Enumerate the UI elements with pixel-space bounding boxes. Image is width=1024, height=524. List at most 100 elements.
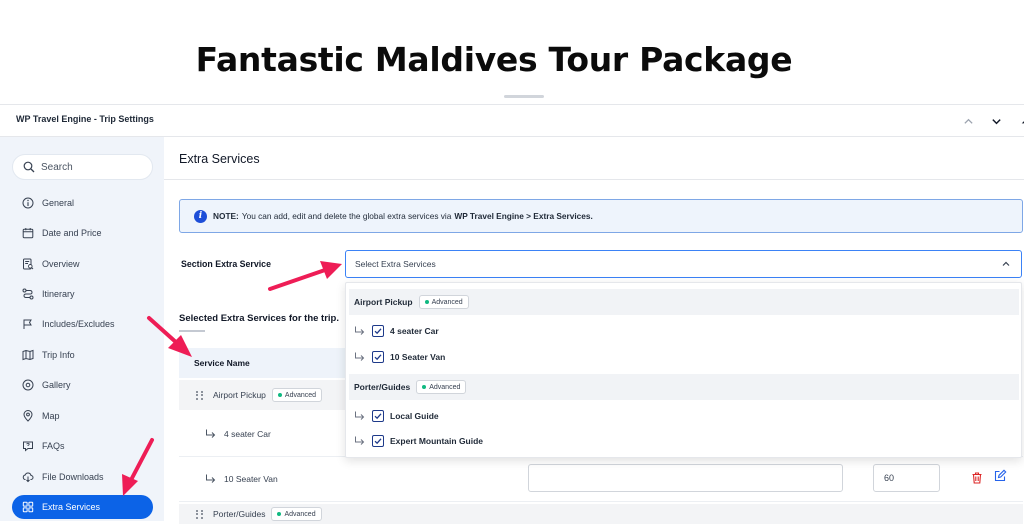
extra-services-select[interactable]: Select Extra Services [345,250,1022,278]
sidebar-item-label: Trip Info [42,350,75,360]
chevron-up-icon [963,116,974,127]
trash-icon[interactable] [970,471,984,485]
dropdown-option[interactable]: Local Guide [354,406,439,426]
table-row: 4 seater Car [179,412,271,456]
section-extra-service-label: Section Extra Service [181,259,271,269]
row-divider [179,501,1023,502]
sidebar-item-map[interactable]: Map [12,404,153,428]
dropdown-option[interactable]: 4 seater Car [354,321,439,341]
section-title: Extra Services [179,152,260,166]
sidebar-item-label: File Downloads [42,472,104,482]
option-label: 4 seater Car [390,326,439,336]
table-row-group[interactable]: Porter/Guides Advanced [179,504,1023,524]
panel-title: WP Travel Engine - Trip Settings [16,114,154,124]
sidebar-item-includes-excludes[interactable]: Includes/Excludes [12,312,153,336]
group-name: Porter/Guides [354,382,410,392]
checkbox-checked[interactable] [372,410,384,422]
table-row-group[interactable]: Airport Pickup Advanced [179,380,345,410]
dropdown-group-airport-pickup: Airport Pickup Advanced [349,289,1019,315]
grid-icon [22,501,34,513]
search-icon [23,161,35,173]
sidebar-item-trip-info[interactable]: Trip Info [12,343,153,367]
group-name: Airport Pickup [354,297,413,307]
panel-header: WP Travel Engine - Trip Settings [0,105,1024,137]
dropdown-option[interactable]: 10 Seater Van [354,347,445,367]
sidebar-item-faqs[interactable]: FAQs [12,434,153,458]
sidebar-item-label: Map [42,411,60,421]
check-icon [374,353,382,361]
section-divider [164,179,1024,180]
option-label: Local Guide [390,411,439,421]
notice-text: You can add, edit and delete the global … [242,211,452,221]
price-input[interactable] [873,464,940,492]
check-icon [374,437,382,445]
sidebar-item-label: Overview [42,259,80,269]
checkbox-checked[interactable] [372,435,384,447]
caret-up-icon [1019,116,1024,127]
sidebar-item-label: Includes/Excludes [42,319,115,329]
sub-item-arrow-icon [205,474,216,484]
row-name: 10 Seater Van [224,474,278,484]
dropdown-group-porter-guides: Porter/Guides Advanced [349,374,1019,400]
option-label: 10 Seater Van [390,352,445,362]
annotation-arrow-to-select [270,261,342,289]
select-placeholder: Select Extra Services [355,259,436,269]
collapse-panel-button[interactable] [1014,111,1024,131]
sidebar-item-label: Extra Services [42,502,100,512]
sidebar-item-file-downloads[interactable]: File Downloads [12,465,153,489]
sub-item-arrow-icon [354,436,365,446]
sidebar-item-label: Gallery [42,380,71,390]
sub-item-arrow-icon [354,326,365,336]
description-input[interactable] [528,464,843,492]
map-info-icon [22,349,34,361]
checkbox-checked[interactable] [372,325,384,337]
check-icon [374,412,382,420]
panel-drag-handle[interactable] [504,95,544,98]
chevron-up-icon [1001,259,1011,269]
row-name: 4 seater Car [224,429,271,439]
sidebar-item-general[interactable]: General [12,191,153,215]
advanced-badge: Advanced [416,380,466,394]
page-title: Fantastic Maldives Tour Package [0,40,988,79]
advanced-badge: Advanced [272,388,322,402]
row-name: Airport Pickup [213,390,266,400]
settings-sidebar: General Date and Price Overview Itinerar… [0,137,164,521]
move-up-button[interactable] [958,111,978,131]
notice-link[interactable]: WP Travel Engine > Extra Services. [454,211,592,221]
overview-icon [22,258,34,270]
option-label: Expert Mountain Guide [390,436,483,446]
info-icon [22,197,34,209]
table-row: 10 Seater Van [179,457,278,501]
dropdown-option[interactable]: Expert Mountain Guide [354,431,483,451]
selected-title-underline [179,330,205,332]
drag-handle-icon[interactable] [196,391,204,400]
flag-icon [22,318,34,330]
sub-item-arrow-icon [205,429,216,439]
move-down-button[interactable] [986,111,1006,131]
checkbox-checked[interactable] [372,351,384,363]
info-icon: i [194,210,207,223]
chevron-down-icon [991,116,1002,127]
notice-banner: i NOTE: You can add, edit and delete the… [179,199,1023,233]
drag-handle-icon[interactable] [196,510,204,519]
sidebar-item-label: FAQs [42,441,65,451]
selected-services-title: Selected Extra Services for the trip. [179,313,339,324]
sidebar-item-overview[interactable]: Overview [12,252,153,276]
sidebar-item-label: General [42,198,74,208]
sidebar-item-extra-services[interactable]: Extra Services [12,495,153,519]
sub-item-arrow-icon [354,352,365,362]
sidebar-search[interactable] [12,154,153,180]
search-input[interactable] [41,162,141,173]
extra-services-dropdown: Airport Pickup Advanced 4 seater Car 10 … [345,282,1022,458]
row-name: Porter/Guides [213,509,265,519]
sidebar-item-date-and-price[interactable]: Date and Price [12,221,153,245]
sidebar-item-itinerary[interactable]: Itinerary [12,282,153,306]
edit-icon[interactable] [993,469,1007,483]
cloud-download-icon [22,471,34,483]
sidebar-item-label: Itinerary [42,289,75,299]
sidebar-item-gallery[interactable]: Gallery [12,373,153,397]
check-icon [374,327,382,335]
advanced-badge: Advanced [271,507,321,521]
faq-icon [22,440,34,452]
sub-item-arrow-icon [354,411,365,421]
